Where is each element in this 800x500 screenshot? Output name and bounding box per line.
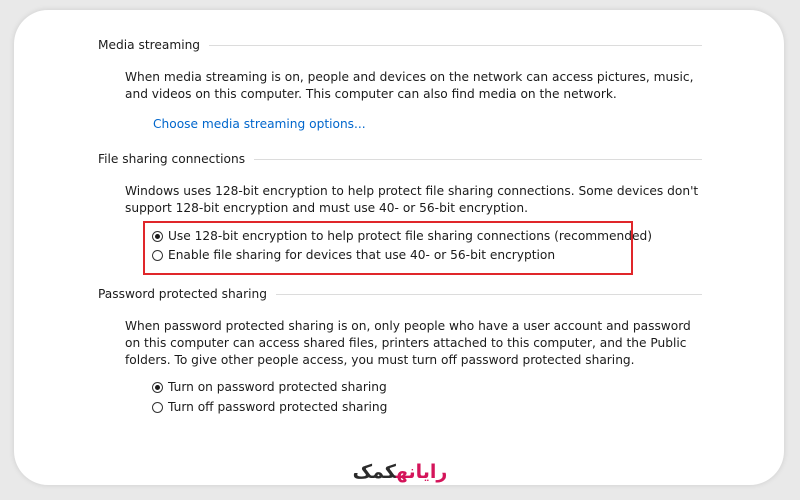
radio-turn-on-password-sharing[interactable]: Turn on password protected sharing — [152, 380, 387, 394]
media-streaming-description: When media streaming is on, people and d… — [125, 70, 694, 102]
file-sharing-heading: File sharing connections — [98, 152, 246, 166]
watermark-part2: کمک — [352, 461, 396, 483]
radio-128-bit-encryption[interactable]: Use 128-bit encryption to help protect f… — [152, 229, 652, 243]
radio-button-icon[interactable] — [152, 401, 163, 413]
radio-button-selected-icon[interactable] — [152, 230, 163, 242]
watermark-logo: رایانهکمک — [0, 461, 800, 483]
advanced-sharing-settings: Media streaming When media streaming is … — [0, 0, 800, 500]
radio-40-56-bit-encryption[interactable]: Enable file sharing for devices that use… — [152, 248, 555, 262]
choose-media-streaming-link[interactable]: Choose media streaming options... — [153, 117, 366, 131]
divider — [209, 44, 702, 46]
radio-button-icon[interactable] — [152, 249, 163, 261]
radio-label: Enable file sharing for devices that use… — [168, 248, 556, 262]
file-sharing-description: Windows uses 128-bit encryption to help … — [125, 184, 699, 216]
radio-label: Use 128-bit encryption to help protect f… — [168, 229, 653, 243]
file-sharing-header: File sharing connections — [98, 152, 702, 166]
watermark-part1: رایانه — [395, 461, 448, 483]
divider — [254, 158, 702, 160]
media-streaming-heading: Media streaming — [98, 38, 201, 52]
radio-label: Turn on password protected sharing — [168, 380, 387, 394]
divider — [276, 293, 702, 295]
password-sharing-description: When password protected sharing is on, o… — [125, 319, 691, 368]
media-streaming-header: Media streaming — [98, 38, 702, 52]
radio-label: Turn off password protected sharing — [168, 400, 388, 414]
radio-turn-off-password-sharing[interactable]: Turn off password protected sharing — [152, 400, 387, 414]
radio-button-selected-icon[interactable] — [152, 381, 163, 393]
password-sharing-header: Password protected sharing — [98, 287, 702, 301]
password-sharing-heading: Password protected sharing — [98, 287, 267, 301]
